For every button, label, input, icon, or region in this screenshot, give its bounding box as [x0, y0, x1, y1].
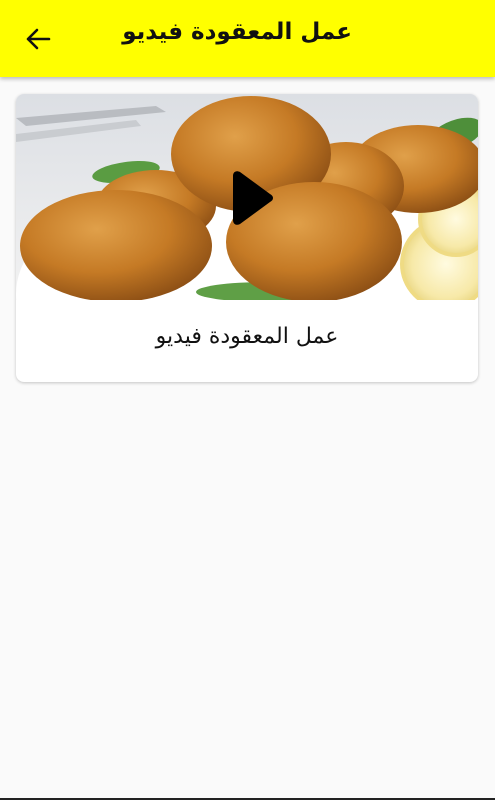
- app-bar: عمل المعقودة فيديو: [0, 0, 495, 77]
- video-title: عمل المعقودة فيديو: [155, 324, 339, 349]
- page-title: عمل المعقودة فيديو: [122, 19, 352, 45]
- video-card[interactable]: عمل المعقودة فيديو: [16, 94, 478, 382]
- play-icon[interactable]: [225, 170, 275, 226]
- back-button[interactable]: [14, 18, 62, 60]
- arrow-left-icon: [26, 28, 51, 50]
- video-thumbnail[interactable]: [16, 94, 478, 300]
